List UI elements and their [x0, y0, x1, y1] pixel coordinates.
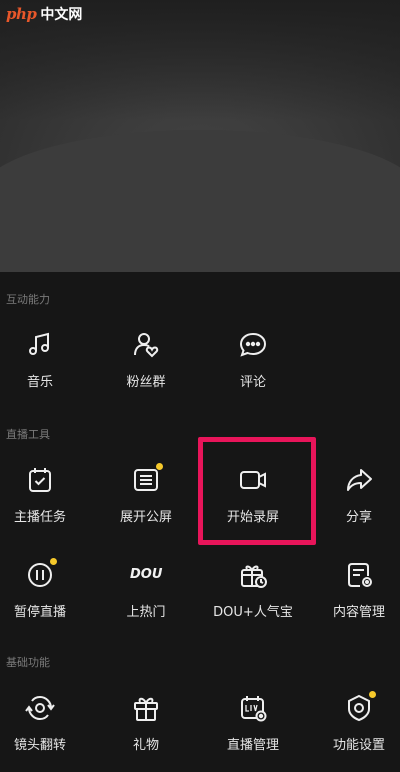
task-calendar-icon — [24, 464, 56, 496]
camera-flip-icon — [24, 692, 56, 724]
watermark-logo: php — [6, 5, 37, 23]
feature-settings-button[interactable]: 功能设置 — [309, 691, 400, 772]
pause-live-button[interactable]: 暂停直播 — [0, 558, 90, 639]
comment-label: 评论 — [239, 375, 266, 390]
notification-dot — [369, 691, 376, 698]
public-screen-label: 展开公屏 — [119, 510, 172, 525]
section-title-basic: 基础功能 — [6, 656, 50, 669]
music-note-icon — [24, 329, 56, 361]
notification-dot — [156, 463, 163, 470]
gift-icon — [130, 692, 162, 724]
host-task-label: 主播任务 — [13, 510, 66, 525]
music-label: 音乐 — [26, 375, 53, 390]
fan-group-icon — [130, 329, 162, 361]
content-manage-label: 内容管理 — [332, 605, 385, 620]
preview-background-shape — [0, 130, 400, 272]
camera-flip-button[interactable]: 镜头翻转 — [0, 692, 90, 772]
comment-button[interactable]: 评论 — [203, 329, 303, 409]
live-manage-icon — [237, 692, 269, 724]
settings-shield-icon — [343, 691, 376, 724]
fan-group-label: 粉丝群 — [126, 375, 166, 390]
share-label: 分享 — [345, 510, 372, 525]
host-task-button[interactable]: 主播任务 — [0, 464, 90, 544]
trending-button[interactable]: DOU 上热门 — [96, 559, 196, 639]
share-icon — [343, 464, 375, 496]
feature-settings-label: 功能设置 — [332, 738, 385, 753]
fan-group-button[interactable]: 粉丝群 — [96, 329, 196, 409]
notification-dot — [50, 558, 57, 565]
section-title-live-tools: 直播工具 — [6, 428, 50, 441]
share-button[interactable]: 分享 — [309, 464, 400, 544]
popularity-gift-icon — [237, 559, 269, 591]
public-screen-button[interactable]: 展开公屏 — [96, 463, 196, 544]
watermark-site: 中文网 — [40, 7, 83, 23]
dou-popularity-label: DOU+人气宝 — [213, 605, 293, 620]
trending-label: 上热门 — [126, 605, 166, 620]
content-manage-icon — [343, 559, 375, 591]
content-manage-button[interactable]: 内容管理 — [309, 559, 400, 639]
dou-icon: DOU — [130, 559, 162, 591]
public-screen-icon — [130, 463, 163, 496]
live-manage-button[interactable]: 直播管理 — [203, 692, 303, 772]
music-button[interactable]: 音乐 — [0, 329, 90, 409]
watermark: php 中文网 — [6, 4, 82, 24]
gift-button[interactable]: 礼物 — [96, 692, 196, 772]
section-title-interaction: 互动能力 — [6, 293, 50, 306]
dou-icon-text: DOU — [130, 567, 163, 582]
comment-icon — [237, 329, 269, 361]
pause-live-label: 暂停直播 — [13, 605, 66, 620]
dou-popularity-button[interactable]: DOU+人气宝 — [203, 559, 303, 639]
highlight-frame — [198, 437, 316, 545]
camera-flip-label: 镜头翻转 — [13, 738, 66, 753]
live-manage-label: 直播管理 — [226, 738, 279, 753]
pause-icon — [24, 558, 57, 591]
live-preview: php 中文网 — [0, 0, 400, 272]
gift-label: 礼物 — [132, 738, 159, 753]
